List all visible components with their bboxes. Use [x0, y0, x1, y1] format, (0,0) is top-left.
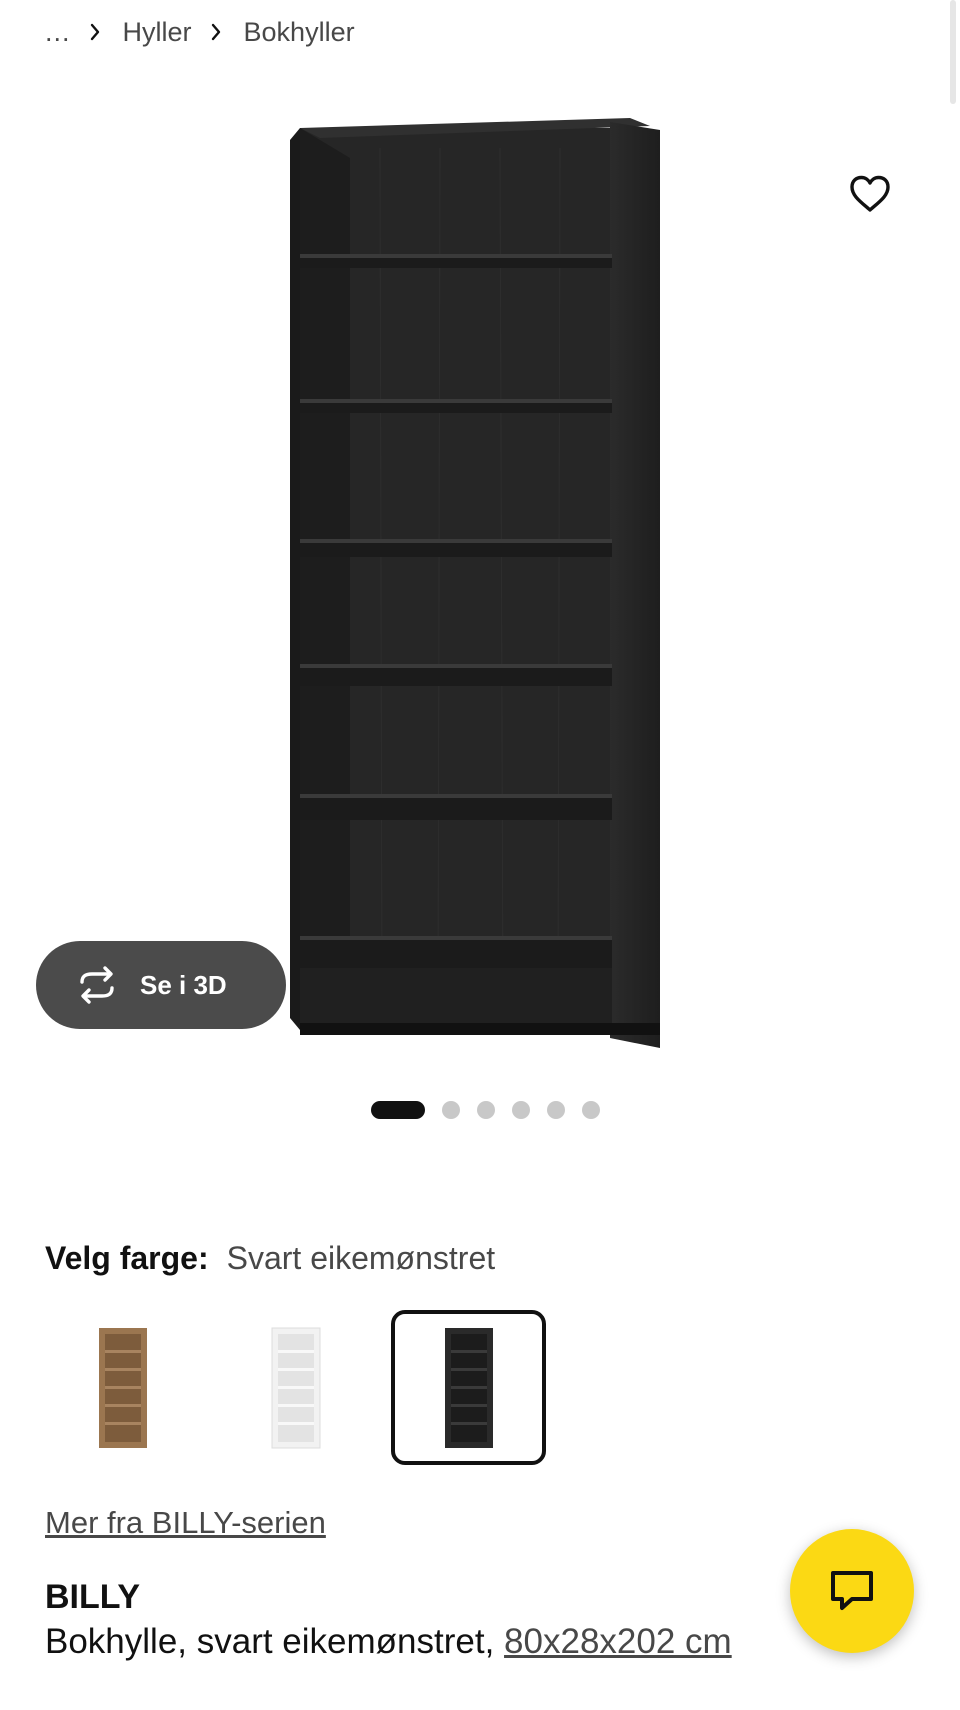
gallery-dot-active[interactable] [370, 1101, 425, 1119]
chat-button[interactable] [790, 1529, 914, 1653]
product-name: BILLY [45, 1578, 141, 1616]
color-swatch-brown-oak[interactable] [45, 1310, 200, 1465]
color-swatches [45, 1310, 546, 1465]
color-value: Svart eikemønstret [226, 1240, 496, 1276]
breadcrumb-ellipsis[interactable]: ... [45, 17, 71, 48]
color-selector-header: Velg farge: Svart eikemønstret [45, 1240, 495, 1277]
chevron-right-icon [89, 23, 101, 41]
gallery-dot[interactable] [581, 1101, 600, 1119]
view-in-3d-label: Se i 3D [140, 969, 227, 1000]
rotate-3d-icon [74, 962, 120, 1008]
breadcrumb-item-bokhyller[interactable]: Bokhyller [244, 17, 355, 48]
breadcrumb-item-hyller[interactable]: Hyller [123, 17, 192, 48]
series-link[interactable]: Mer fra BILLY-serien [45, 1505, 326, 1541]
product-dimensions-link[interactable]: 80x28x202 cm [504, 1622, 732, 1661]
color-label: Velg farge: [45, 1240, 209, 1276]
product-description-text: Bokhylle, svart eikemønstret, [45, 1622, 495, 1661]
scrollbar[interactable] [950, 0, 956, 104]
product-image[interactable] [290, 118, 670, 1048]
heart-outline-icon [850, 175, 890, 212]
product-description: Bokhylle, svart eikemønstret, 80x28x202 … [45, 1622, 732, 1662]
gallery-dot[interactable] [546, 1101, 565, 1119]
favorite-button[interactable] [846, 170, 894, 218]
gallery-dot[interactable] [476, 1101, 495, 1119]
color-swatch-white[interactable] [218, 1310, 373, 1465]
view-in-3d-button[interactable]: Se i 3D [36, 941, 286, 1029]
gallery-pagination [0, 1101, 960, 1119]
gallery-dot[interactable] [441, 1101, 460, 1119]
color-swatch-black-oak[interactable] [391, 1310, 546, 1465]
breadcrumb: ... Hyller Bokhyller [45, 12, 355, 52]
chat-bubble-icon [831, 1571, 873, 1610]
chevron-right-icon [210, 23, 222, 41]
gallery-dot[interactable] [511, 1101, 530, 1119]
